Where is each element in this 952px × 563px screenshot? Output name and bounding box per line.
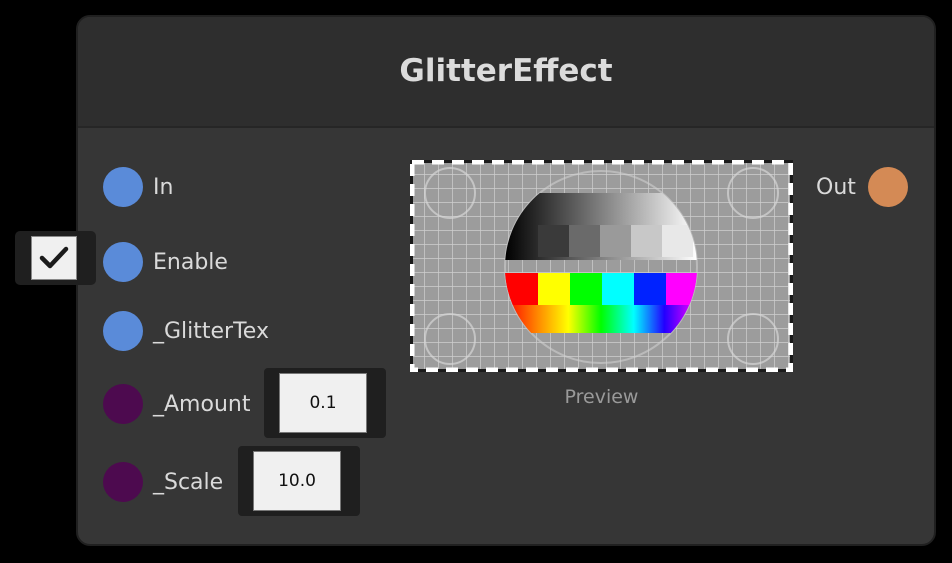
- amount-value-input[interactable]: 0.1: [279, 373, 367, 433]
- input-port-glittertex[interactable]: _GlitterTex: [103, 310, 269, 352]
- canvas: GlitterEffect In Enable _GlitterTex _Amo…: [0, 0, 952, 563]
- node-title: GlitterEffect: [399, 52, 613, 89]
- input-port-enable[interactable]: Enable: [103, 241, 228, 283]
- port-label-out: Out: [816, 174, 856, 200]
- port-connector-scale[interactable]: [103, 462, 143, 502]
- node-header[interactable]: GlitterEffect: [78, 17, 934, 128]
- enable-toggle-field[interactable]: [15, 231, 96, 285]
- port-label-scale: _Scale: [153, 469, 224, 495]
- port-label-amount: _Amount: [153, 391, 251, 417]
- input-port-scale[interactable]: _Scale: [103, 461, 223, 503]
- scale-value-input[interactable]: 10.0: [253, 451, 341, 511]
- port-connector-in[interactable]: [103, 167, 143, 207]
- port-label-enable: Enable: [153, 249, 228, 275]
- output-port-out[interactable]: Out: [816, 166, 908, 208]
- input-port-amount[interactable]: _Amount: [103, 383, 250, 425]
- preview-image: [409, 159, 794, 373]
- port-connector-glittertex[interactable]: [103, 311, 143, 351]
- port-label-glittertex: _GlitterTex: [153, 318, 269, 344]
- port-label-in: In: [153, 174, 174, 200]
- enable-checkbox[interactable]: [31, 236, 77, 280]
- test-pattern-preview: [409, 159, 794, 373]
- checkmark-icon: [39, 246, 69, 269]
- port-connector-amount[interactable]: [103, 384, 143, 424]
- port-connector-enable[interactable]: [103, 242, 143, 282]
- preview-label: Preview: [564, 386, 639, 408]
- input-port-in[interactable]: In: [103, 166, 173, 208]
- amount-field[interactable]: 0.1: [264, 368, 386, 438]
- scale-field[interactable]: 10.0: [238, 446, 360, 516]
- port-connector-out[interactable]: [867, 167, 908, 207]
